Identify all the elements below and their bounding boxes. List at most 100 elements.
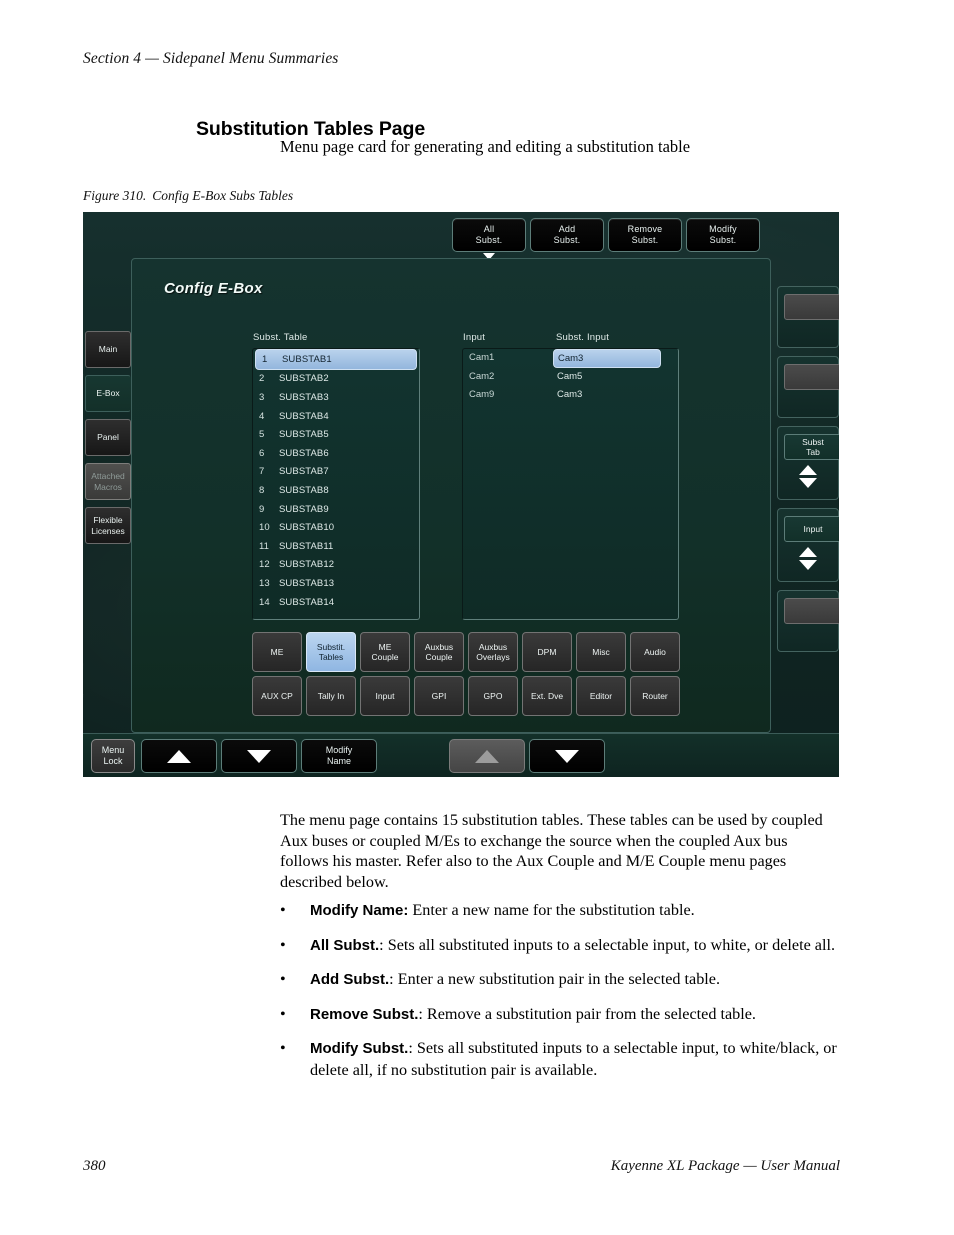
bullet-dot: • — [280, 935, 286, 954]
add-subst-button[interactable]: Add Subst. — [530, 218, 604, 252]
bullet-dot: • — [280, 970, 286, 988]
bullet-dot: • — [280, 1004, 286, 1023]
page-down-button[interactable] — [529, 739, 605, 773]
table-row[interactable]: 5 SUBSTAB5 — [253, 425, 419, 444]
category-button-audio[interactable]: Audio — [630, 632, 680, 672]
sidebar-item-main[interactable]: Main — [85, 331, 131, 368]
button-label-line2: Name — [326, 756, 351, 766]
menu-lock-button[interactable]: Menu Lock — [91, 739, 135, 773]
knob-control-2[interactable] — [777, 356, 839, 418]
row-index: 8 — [259, 484, 265, 496]
category-button-misc[interactable]: Misc — [576, 632, 626, 672]
category-button-input[interactable]: Input — [360, 676, 410, 716]
button-label-line1: Menu — [101, 744, 125, 755]
figure-caption: Figure 310. Config E-Box Subs Tables — [83, 188, 293, 204]
input-pair-row[interactable]: Cam1 Cam3 — [463, 349, 678, 368]
remove-subst-button[interactable]: Remove Subst. — [608, 218, 682, 252]
category-button-gpo[interactable]: GPO — [468, 676, 518, 716]
card-title: Config E-Box — [164, 280, 263, 297]
list-item: • Modify Name: Enter a new name for the s… — [270, 900, 845, 922]
category-button-tally-in[interactable]: Tally In — [306, 676, 356, 716]
page-up-button-disabled[interactable] — [449, 739, 525, 773]
bullet-text: Enter a new name for the substitution ta… — [408, 901, 695, 919]
row-table-name: SUBSTAB3 — [279, 391, 329, 403]
column-header-input: Input — [463, 332, 486, 343]
subst-table-list[interactable]: 1 SUBSTAB1 2 SUBSTAB2 3 SUBSTAB3 4 SUBSTAB4 5 SUB… — [252, 348, 420, 620]
button-label-line1: Editor — [589, 690, 613, 701]
bullet-dot: • — [280, 901, 286, 919]
category-button-gpi[interactable]: GPI — [414, 676, 464, 716]
subst-input-value[interactable]: Cam5 — [557, 371, 582, 382]
table-row[interactable]: 7 SUBSTAB7 — [253, 463, 419, 482]
category-button-editor[interactable]: Editor — [576, 676, 626, 716]
row-table-name: SUBSTAB9 — [279, 503, 329, 515]
row-table-name: SUBSTAB4 — [279, 410, 329, 422]
input-pair-row[interactable]: Cam2 Cam5 — [463, 368, 678, 387]
input-value: Cam1 — [469, 352, 495, 363]
all-subst-button[interactable]: All Subst. — [452, 218, 526, 252]
subst-input-value[interactable]: Cam3 — [557, 389, 582, 400]
button-label-line1: AUX CP — [261, 690, 293, 701]
button-label-line1: Modify — [325, 744, 353, 755]
subst-input-value[interactable]: Cam3 — [553, 349, 661, 368]
button-label-line2: Subst. — [631, 235, 659, 245]
table-row[interactable]: 8 SUBSTAB8 — [253, 481, 419, 500]
table-row[interactable]: 6 SUBSTAB6 — [253, 444, 419, 463]
table-row[interactable]: 9 SUBSTAB9 — [253, 500, 419, 519]
category-button-auxbus[interactable]: Auxbus Overlays — [468, 632, 518, 672]
input-pair-row[interactable]: Cam9 Cam3 — [463, 386, 678, 405]
table-row[interactable]: 14 SUBSTAB14 — [253, 593, 419, 612]
tab-label-line2: Licenses — [91, 525, 125, 536]
table-row[interactable]: 1 SUBSTAB1 — [255, 349, 417, 370]
button-label-line1: Tally In — [317, 690, 345, 701]
table-row[interactable]: 2 SUBSTAB2 — [253, 370, 419, 389]
category-button-dpm[interactable]: DPM — [522, 632, 572, 672]
sidebar-item-flexible-licenses[interactable]: Flexible Licenses — [85, 507, 131, 544]
table-row[interactable]: 12 SUBSTAB12 — [253, 556, 419, 575]
category-button-router[interactable]: Router — [630, 676, 680, 716]
knob-control-5[interactable] — [777, 590, 839, 652]
row-index: 3 — [259, 391, 265, 403]
knob-control-input[interactable]: Input — [777, 508, 839, 582]
button-label-line1: Remove — [627, 223, 663, 234]
category-button-aux-cp[interactable]: AUX CP — [252, 676, 302, 716]
chevron-down-icon — [555, 749, 579, 763]
input-pair-list[interactable]: Cam1 Cam3 Cam2 Cam5 Cam9 Cam3 — [462, 348, 679, 620]
top-button-strip: All Subst. Add Subst. Remove Subst. Modi… — [83, 212, 839, 260]
category-button-substit[interactable]: Substit. Tables — [306, 632, 356, 672]
knob-control-1[interactable] — [777, 286, 839, 348]
table-row[interactable]: 10 SUBSTAB10 — [253, 518, 419, 537]
screenshot-figure: All Subst. Add Subst. Remove Subst. Modi… — [83, 212, 839, 777]
sidebar-item-panel[interactable]: Panel — [85, 419, 131, 456]
sidebar-item-ebox[interactable]: E-Box — [85, 375, 131, 412]
updown-chevron-icon[interactable] — [796, 465, 820, 491]
sidebar-item-attached-macros[interactable]: Attached Macros — [85, 463, 131, 500]
table-row[interactable]: 11 SUBSTAB11 — [253, 537, 419, 556]
tab-label-line1: Main — [98, 344, 118, 355]
button-label-line1: Auxbus — [424, 641, 454, 652]
scroll-up-button[interactable] — [141, 739, 217, 773]
category-button-ext-dve[interactable]: Ext. Dve — [522, 676, 572, 716]
row-table-name: SUBSTAB2 — [279, 373, 329, 385]
row-index: 11 — [259, 540, 270, 552]
button-label-line1: GPO — [483, 690, 503, 701]
category-button-auxbus[interactable]: Auxbus Couple — [414, 632, 464, 672]
knob-label-line2: Tab — [806, 447, 820, 457]
updown-chevron-icon[interactable] — [796, 547, 820, 573]
bullet-text: : Enter a new substitution pair in the s… — [389, 970, 721, 988]
scroll-down-button[interactable] — [221, 739, 297, 773]
page-subtitle: Menu page card for generating and editin… — [280, 137, 691, 156]
button-label-line1: Add — [558, 223, 576, 234]
modify-subst-button[interactable]: Modify Subst. — [686, 218, 760, 252]
row-table-name: SUBSTAB14 — [279, 596, 335, 608]
knob-control-subst-tab[interactable]: Subst Tab — [777, 426, 839, 500]
category-button-me[interactable]: ME — [252, 632, 302, 672]
modify-name-button[interactable]: Modify Name — [301, 739, 377, 773]
table-row[interactable]: 4 SUBSTAB4 — [253, 407, 419, 426]
category-button-me[interactable]: ME Couple — [360, 632, 410, 672]
knob-display-2 — [784, 364, 839, 390]
table-row[interactable]: 3 SUBSTAB3 — [253, 388, 419, 407]
table-row[interactable]: 13 SUBSTAB13 — [253, 574, 419, 593]
row-index: 2 — [259, 373, 265, 385]
chevron-up-icon — [167, 749, 191, 763]
